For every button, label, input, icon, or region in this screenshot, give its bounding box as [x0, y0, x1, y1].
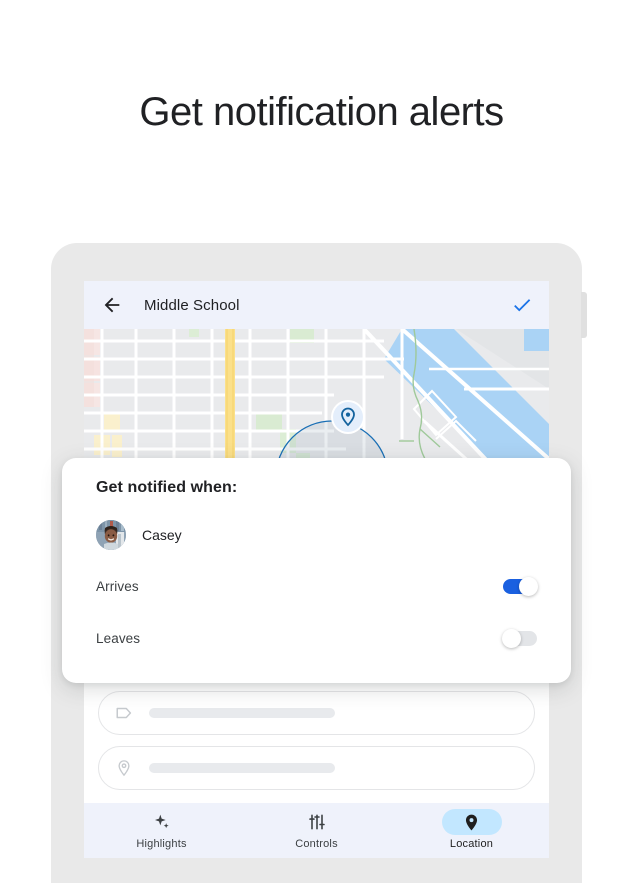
toggle-label-leaves: Leaves	[96, 631, 141, 646]
nav-pill-controls	[287, 809, 347, 835]
person-name: Casey	[142, 527, 182, 543]
tag-icon	[116, 707, 132, 719]
notification-sheet: Get notified when: Casey Arrives Leaves	[62, 458, 571, 683]
sliders-icon	[308, 814, 325, 830]
location-pin-outline-icon	[118, 760, 130, 777]
address-field[interactable]	[98, 746, 535, 790]
toggle-row-arrives: Arrives	[96, 577, 538, 596]
toggle-arrives[interactable]	[503, 577, 538, 596]
nav-pill-location	[441, 809, 502, 835]
arrow-left-icon	[104, 297, 120, 313]
label-field-placeholder	[149, 708, 335, 718]
location-pin-filled-icon	[465, 814, 478, 830]
bottom-navigation: Highlights Controls Location	[84, 803, 549, 858]
toggle-leaves-knob	[502, 629, 521, 648]
sparkle-icon	[154, 814, 169, 829]
nav-label-location: Location	[449, 838, 494, 850]
address-field-placeholder	[149, 763, 335, 773]
check-icon	[514, 299, 531, 312]
nav-label-controls: Controls	[295, 838, 338, 850]
avatar	[96, 520, 126, 550]
app-bar: Middle School	[84, 281, 549, 329]
person-row[interactable]: Casey	[96, 520, 182, 550]
nav-label-highlights: Highlights	[136, 838, 187, 850]
toggle-leaves[interactable]	[502, 629, 537, 648]
page-title: Get notification alerts	[139, 90, 504, 134]
label-field[interactable]	[98, 691, 535, 735]
nav-item-highlights[interactable]: Highlights	[84, 809, 239, 850]
person-avatar-image	[96, 520, 126, 550]
nav-pill-highlights	[132, 809, 192, 835]
app-bar-title: Middle School	[144, 296, 240, 314]
back-button[interactable]	[100, 293, 124, 317]
confirm-button[interactable]	[511, 294, 533, 316]
sheet-title: Get notified when:	[96, 479, 238, 496]
nav-item-controls[interactable]: Controls	[239, 809, 394, 850]
nav-item-location[interactable]: Location	[394, 809, 549, 850]
device-power-button[interactable]	[581, 292, 587, 338]
toggle-label-arrives: Arrives	[96, 579, 139, 594]
toggle-row-leaves: Leaves	[96, 629, 537, 648]
toggle-arrives-knob	[519, 577, 538, 596]
